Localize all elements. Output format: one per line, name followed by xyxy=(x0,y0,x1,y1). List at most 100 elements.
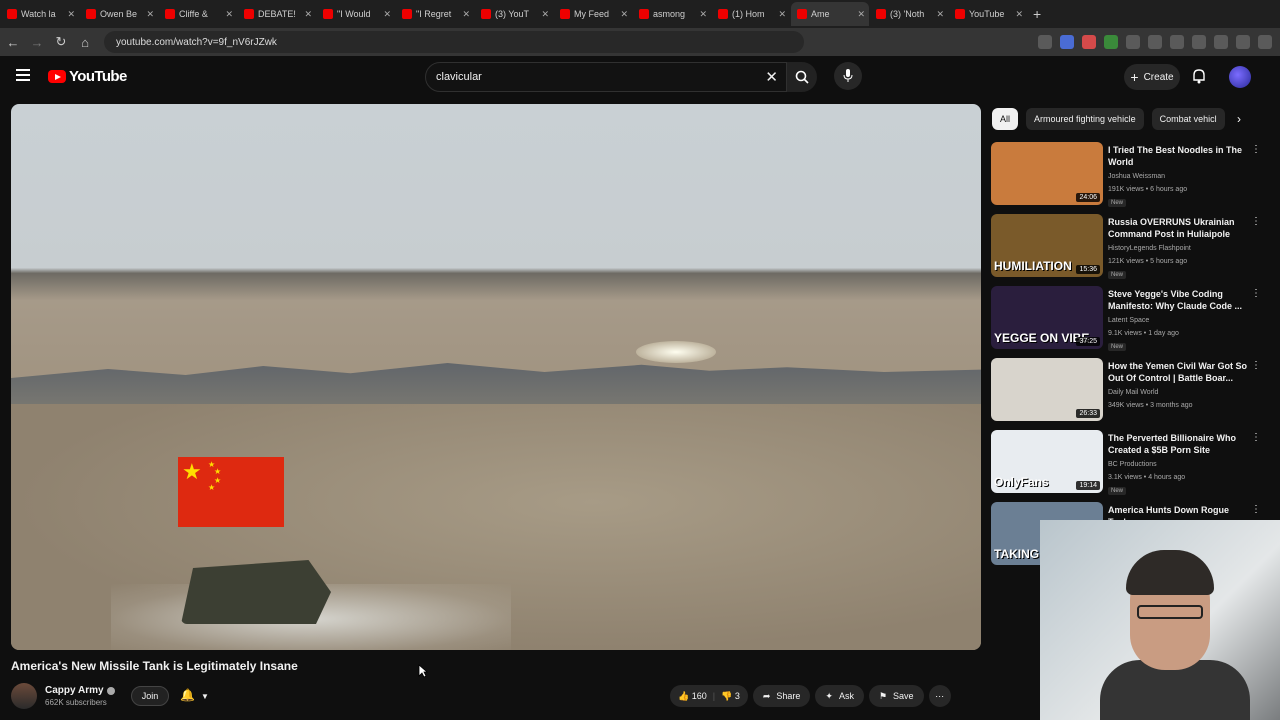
tab-close-icon[interactable]: ✕ xyxy=(541,9,549,20)
video-player[interactable]: ★ ★ ★ ★ ★ xyxy=(11,104,981,650)
forward-icon[interactable]: → xyxy=(26,31,48,53)
recommendation-title[interactable]: The Perverted Billionaire Who Created a … xyxy=(1108,432,1248,456)
browser-tab[interactable]: YouTube ✕ xyxy=(949,2,1027,26)
back-icon[interactable]: ← xyxy=(2,31,24,53)
browser-tab[interactable]: (3) YouT ✕ xyxy=(475,2,553,26)
tab-close-icon[interactable]: ✕ xyxy=(67,9,75,20)
tab-favicon-icon xyxy=(560,9,570,19)
recommendation-channel[interactable]: Daily Mail World xyxy=(1108,389,1158,396)
new-tab-button[interactable]: + xyxy=(1033,6,1041,22)
extension-icon[interactable] xyxy=(1214,35,1228,49)
recommendation-channel[interactable]: BC Productions xyxy=(1108,461,1157,468)
browser-tab[interactable]: asmong ✕ xyxy=(633,2,711,26)
browser-tab[interactable]: "I Regret ✕ xyxy=(396,2,474,26)
filter-chip[interactable]: Armoured fighting vehicle xyxy=(1026,108,1144,130)
extension-icon[interactable] xyxy=(1082,35,1096,49)
tab-close-icon[interactable]: ✕ xyxy=(146,9,154,20)
subscription-bell-button[interactable]: 🔔 ▼ xyxy=(180,688,209,702)
channel-avatar[interactable] xyxy=(11,683,37,709)
chevron-right-icon[interactable]: › xyxy=(1237,112,1241,126)
video-thumbnail[interactable]: HUMILIATION 15:36 xyxy=(991,214,1103,277)
extension-icon[interactable] xyxy=(1038,35,1052,49)
extension-icon[interactable] xyxy=(1236,35,1250,49)
channel-name-row[interactable]: Cappy Army xyxy=(45,685,115,696)
clear-search-icon[interactable]: ✕ xyxy=(765,68,778,86)
extension-icon[interactable] xyxy=(1104,35,1118,49)
more-actions-button[interactable]: ⋯ xyxy=(928,685,951,707)
recommendation-title[interactable]: Steve Yegge's Vibe Coding Manifesto: Why… xyxy=(1108,288,1248,312)
more-options-icon[interactable]: ⋮ xyxy=(1251,504,1261,515)
video-thumbnail[interactable]: YEGGE ON VIBE 37:25 xyxy=(991,286,1103,349)
tab-close-icon[interactable]: ✕ xyxy=(383,9,391,20)
recommendation-item[interactable]: YEGGE ON VIBE 37:25 Steve Yegge's Vibe Cod… xyxy=(991,286,1271,358)
video-thumbnail[interactable]: OnlyFans 19:14 xyxy=(991,430,1103,493)
browser-tab[interactable]: "I Would ✕ xyxy=(317,2,395,26)
url-field[interactable]: youtube.com/watch?v=9f_nV6rJZwk xyxy=(104,31,804,53)
ask-button[interactable]: ✦ Ask xyxy=(815,685,864,707)
youtube-logo[interactable]: YouTube xyxy=(48,68,127,85)
recommendation-channel[interactable]: HistoryLegends Flashpoint xyxy=(1108,245,1191,252)
browser-tab[interactable]: (1) Hom ✕ xyxy=(712,2,790,26)
more-options-icon[interactable]: ⋮ xyxy=(1251,216,1261,227)
recommendation-item[interactable]: 26:33 How the Yemen Civil War Got So Out … xyxy=(991,358,1271,430)
browser-tab[interactable]: My Feed ✕ xyxy=(554,2,632,26)
more-options-icon[interactable]: ⋮ xyxy=(1251,144,1261,155)
channel-name[interactable]: Cappy Army xyxy=(45,685,104,696)
voice-search-button[interactable] xyxy=(834,62,862,90)
tab-close-icon[interactable]: ✕ xyxy=(620,9,628,20)
more-options-icon[interactable]: ⋮ xyxy=(1251,432,1261,443)
like-button[interactable]: 👍 160 xyxy=(678,691,707,702)
tab-close-icon[interactable]: ✕ xyxy=(225,9,233,20)
tab-close-icon[interactable]: ✕ xyxy=(778,9,786,20)
browser-tab[interactable]: Watch la ✕ xyxy=(1,2,79,26)
search-button[interactable] xyxy=(787,62,817,92)
browser-tab[interactable]: Ame ✕ xyxy=(791,2,869,26)
recommendation-item[interactable]: 24:06 I Tried The Best Noodles in The Wor… xyxy=(991,142,1271,214)
recommendation-title[interactable]: I Tried The Best Noodles in The World xyxy=(1108,144,1248,168)
browser-tab[interactable]: (3) 'Noth ✕ xyxy=(870,2,948,26)
home-icon[interactable]: ⌂ xyxy=(74,31,96,53)
recommendation-meta: 9.1K views • 1 day ago xyxy=(1108,330,1179,337)
extension-icon[interactable] xyxy=(1258,35,1272,49)
tab-close-icon[interactable]: ✕ xyxy=(1015,9,1023,20)
search-input[interactable]: clavicular ✕ xyxy=(425,62,787,92)
extension-icon[interactable] xyxy=(1170,35,1184,49)
video-thumbnail[interactable]: 24:06 xyxy=(991,142,1103,205)
notifications-button[interactable] xyxy=(1192,68,1206,89)
recommendation-item[interactable]: HUMILIATION 15:36 Russia OVERRUNS Ukrainia… xyxy=(991,214,1271,286)
extension-icon[interactable] xyxy=(1148,35,1162,49)
save-button[interactable]: ⚑ Save xyxy=(868,685,924,707)
recommendation-channel[interactable]: Joshua Weissman xyxy=(1108,173,1165,180)
account-avatar[interactable] xyxy=(1229,66,1251,88)
recommendation-item[interactable]: OnlyFans 19:14 The Perverted Billionaire W… xyxy=(991,430,1271,502)
extension-icon[interactable] xyxy=(1126,35,1140,49)
recommendation-title[interactable]: Russia OVERRUNS Ukrainian Command Post i… xyxy=(1108,216,1248,240)
tab-close-icon[interactable]: ✕ xyxy=(857,9,865,20)
extension-icon[interactable] xyxy=(1060,35,1074,49)
dislike-button[interactable]: 👎 3 xyxy=(721,691,740,702)
more-options-icon[interactable]: ⋮ xyxy=(1251,288,1261,299)
recommendation-channel[interactable]: Latent Space xyxy=(1108,317,1149,324)
tab-close-icon[interactable]: ✕ xyxy=(462,9,470,20)
tab-favicon-icon xyxy=(402,9,412,19)
reload-icon[interactable]: ↻ xyxy=(50,31,72,53)
filter-chip[interactable]: All xyxy=(992,108,1019,130)
tab-label: My Feed xyxy=(574,9,610,19)
join-button[interactable]: Join xyxy=(131,686,169,706)
filter-chip[interactable]: Combat vehicl xyxy=(1151,108,1225,130)
tab-close-icon[interactable]: ✕ xyxy=(936,9,944,20)
hamburger-menu-icon[interactable] xyxy=(16,69,30,81)
video-title: America's New Missile Tank is Legitimate… xyxy=(11,659,298,673)
more-options-icon[interactable]: ⋮ xyxy=(1251,360,1261,371)
tab-favicon-icon xyxy=(323,9,333,19)
browser-tab[interactable]: Owen Be ✕ xyxy=(80,2,158,26)
share-button[interactable]: ➦ Share xyxy=(752,685,811,707)
browser-tab[interactable]: Cliffe & ✕ xyxy=(159,2,237,26)
tab-close-icon[interactable]: ✕ xyxy=(304,9,312,20)
extension-icon[interactable] xyxy=(1192,35,1206,49)
recommendation-title[interactable]: How the Yemen Civil War Got So Out Of Co… xyxy=(1108,360,1248,384)
video-thumbnail[interactable]: 26:33 xyxy=(991,358,1103,421)
create-button[interactable]: + Create xyxy=(1124,64,1180,90)
tab-close-icon[interactable]: ✕ xyxy=(699,9,707,20)
browser-tab[interactable]: DEBATE! ✕ xyxy=(238,2,316,26)
